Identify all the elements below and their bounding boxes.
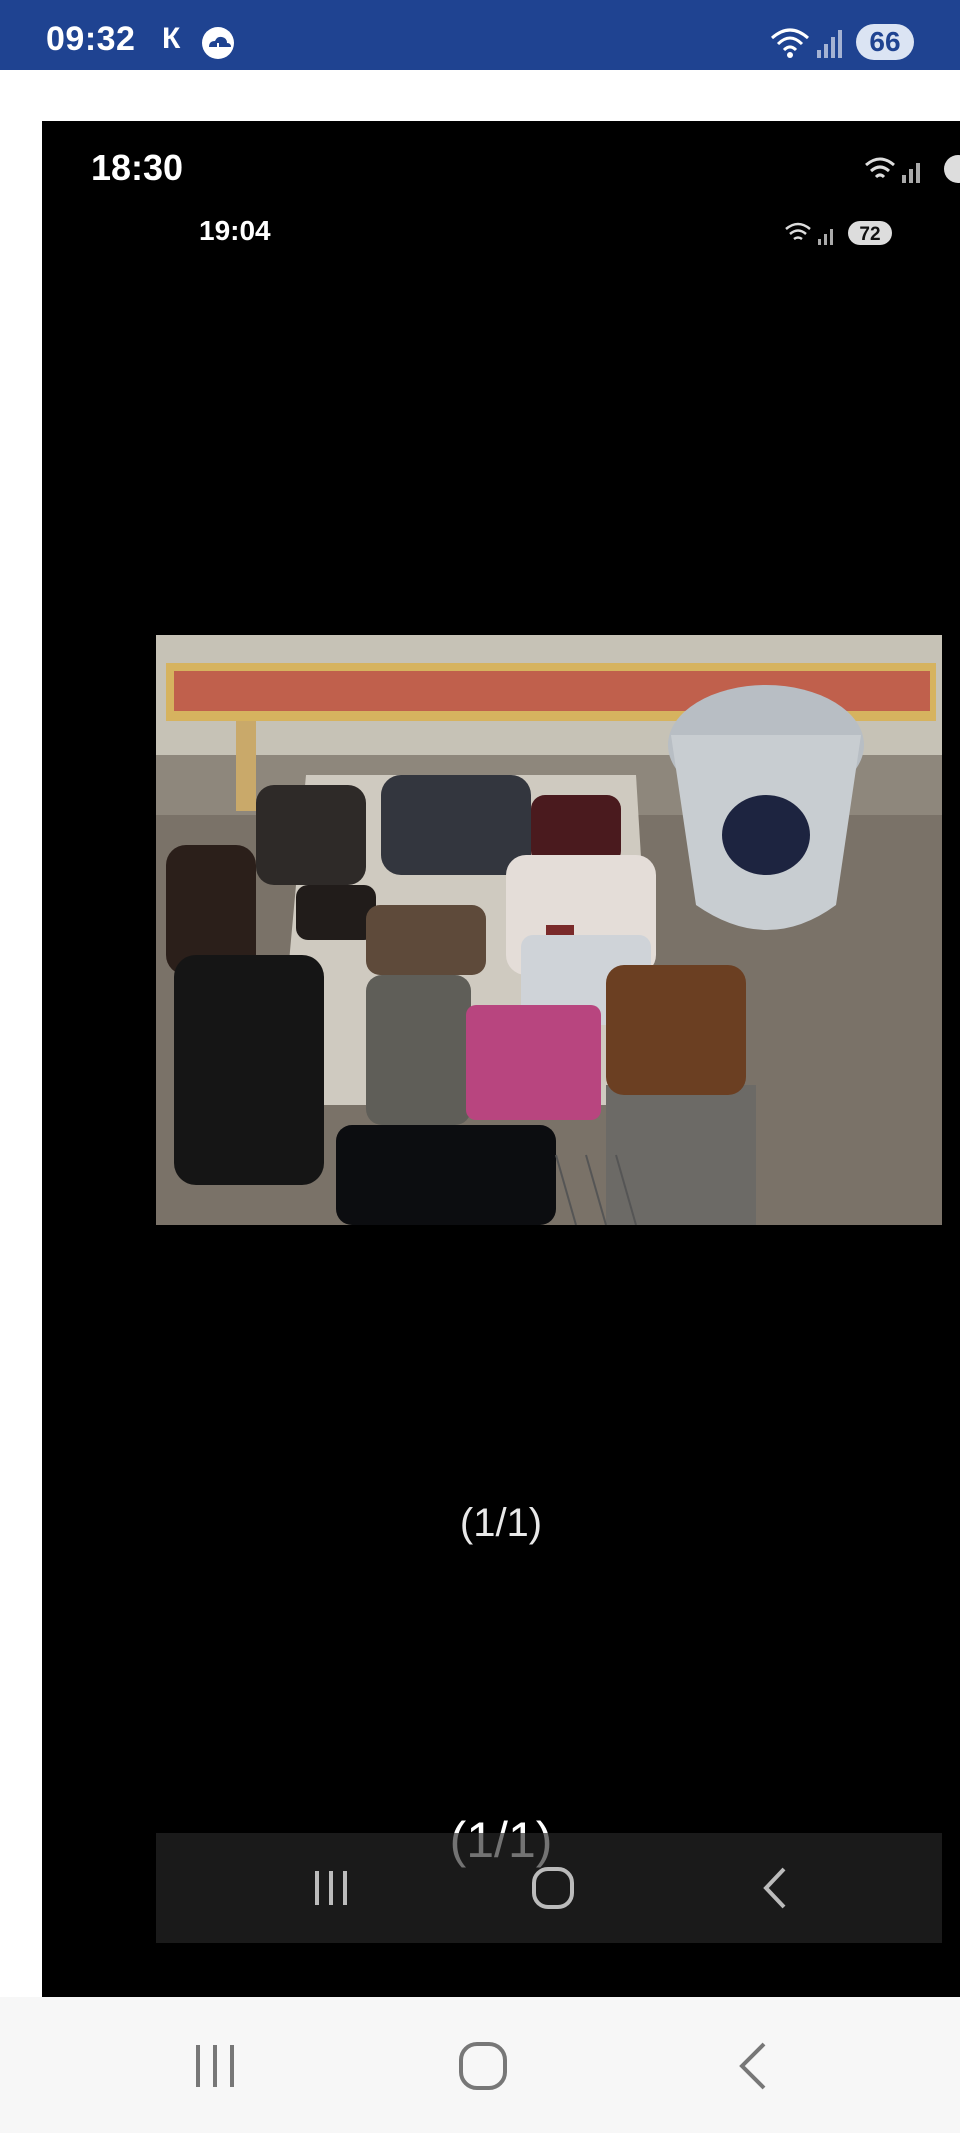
back-icon — [763, 1867, 786, 1909]
recent-apps-icon — [315, 1871, 347, 1905]
home-icon — [532, 1867, 574, 1909]
inner-status-icons — [865, 155, 960, 183]
image-counter: (1/1) — [459, 1501, 543, 1545]
cloud-icon — [202, 27, 234, 59]
carrier-letter: К — [162, 22, 181, 55]
battery-level: 66 — [856, 24, 914, 60]
signal-icon — [817, 30, 842, 58]
inner-battery-text: 72 — [859, 224, 880, 245]
inner-status-icons-2: 72 — [785, 221, 892, 245]
bags-photo-illustration — [156, 635, 942, 1225]
back-icon[interactable] — [730, 2039, 774, 2093]
recent-apps-icon[interactable] — [190, 2039, 240, 2093]
bags-photo — [156, 635, 942, 1225]
inner-navigation-bar — [156, 1833, 942, 1943]
wifi-icon — [771, 28, 809, 58]
inner-status-time-2: 19:04 — [199, 215, 271, 246]
screenshot-image[interactable]: 18:30 19:04 72 (1/1) — [42, 121, 960, 1997]
status-time: 09:32 — [46, 20, 136, 58]
status-bar: 09:32 К 66 — [0, 0, 960, 70]
home-icon[interactable] — [456, 2039, 510, 2093]
system-navigation-bar — [0, 1997, 960, 2133]
inner-status-time: 18:30 — [91, 147, 184, 188]
